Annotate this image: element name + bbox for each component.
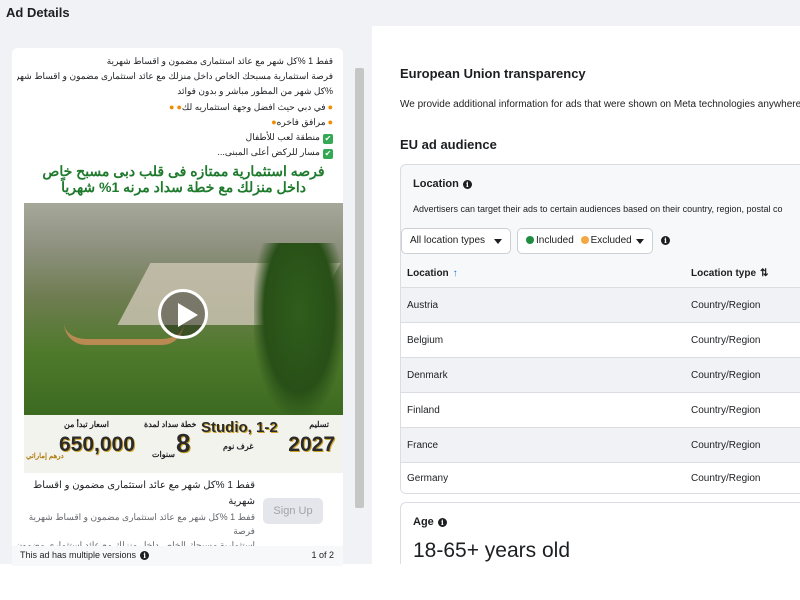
- location-cell: Belgium: [407, 335, 444, 346]
- location-description: Advertisers can target their ads to cert…: [413, 204, 783, 214]
- versions-label: This ad has multiple versions: [20, 550, 137, 560]
- creative-info-banner: تسليم 2027 Studio, 1-2 غرف نوم خطة سداد …: [24, 415, 343, 473]
- table-row: Finland Country/Region: [401, 392, 800, 427]
- delivery-label: تسليم: [309, 420, 329, 429]
- fire-icon: ●: [327, 116, 333, 127]
- page-title: Ad Details: [6, 5, 70, 20]
- fire-icon: ●: [327, 101, 333, 112]
- location-type-cell: Country/Region: [691, 370, 761, 381]
- excluded-dot-icon: [580, 236, 589, 244]
- unit-type: Studio, 1-2: [201, 419, 278, 436]
- ad-body-line: ●في دبي حيث افضل وجهة استثماريه لك●●: [17, 100, 333, 115]
- age-card: Age i 18-65+ years old: [400, 502, 800, 564]
- location-cell: Germany: [407, 473, 449, 484]
- age-value: 18-65+ years old: [413, 539, 571, 562]
- age-title: Age i: [413, 516, 447, 528]
- ad-body-line: %كل شهر من المطور مباشر و بدون فوائد: [177, 86, 333, 97]
- location-card: Location i Advertisers can target their a…: [400, 164, 800, 494]
- preview-scrollbar-thumb[interactable]: [355, 68, 364, 508]
- ad-body-line-text: مرافق فاخره: [276, 116, 326, 127]
- cta-text-line: قفط 1 %كل شهر مع عائد استثمارى مضمون و ا…: [33, 480, 255, 507]
- price-currency: درهم إماراتي: [26, 453, 64, 460]
- location-type-cell: Country/Region: [691, 405, 761, 416]
- ad-versions-bar: This ad has multiple versions i 1 of 2: [12, 546, 343, 566]
- excluded-label: Excluded: [590, 235, 632, 246]
- ad-body-line: فرصة استثمارية مسبحك الخاص داخل منزلك مع…: [17, 71, 333, 82]
- video-scene-tree: [254, 243, 343, 415]
- ad-video[interactable]: [24, 203, 343, 415]
- ad-preview-panel: قفط 1 %كل شهر مع عائد استثمارى مضمون و ا…: [0, 26, 372, 566]
- ad-creative: فرصه استثمارية ممتازه فى قلب دبى مسبح خا…: [24, 163, 343, 473]
- table-row: France Country/Region: [401, 427, 800, 462]
- eu-transparency-title: European Union transparency: [400, 66, 586, 81]
- chevron-down-icon: [636, 239, 644, 244]
- delivery-year: 2027: [288, 433, 335, 456]
- preview-scrollbar[interactable]: [353, 68, 366, 560]
- location-cell: Finland: [407, 405, 440, 416]
- plan-unit: سنوات: [152, 450, 176, 459]
- ad-cta-block: قفط 1 %كل شهر مع عائد استثمارى مضمون و ا…: [16, 478, 335, 564]
- included-dot-icon: [526, 236, 534, 244]
- location-cell: Denmark: [407, 370, 448, 381]
- sort-icon[interactable]: ⇅: [760, 268, 768, 279]
- location-type-dropdown-label: All location types: [410, 235, 486, 246]
- info-icon[interactable]: i: [661, 236, 670, 245]
- info-icon[interactable]: i: [462, 180, 472, 189]
- creative-headline: فرصه استثمارية ممتازه فى قلب دبى مسبح خا…: [24, 163, 343, 195]
- fire-icon: ●: [169, 101, 175, 112]
- ad-body-line: قفط 1 %كل شهر مع عائد استثمارى مضمون و ا…: [106, 56, 333, 66]
- ad-body-line: ✔مسار للركض أعلى المبنى...: [17, 145, 333, 160]
- cta-text-line: قفط 1 %كل شهر مع عائد استثمارى مضمون و ا…: [28, 512, 255, 536]
- ad-body-line-text: في دبي حيث افضل وجهة استثماريه لك: [181, 101, 326, 112]
- price-value: 650,000: [59, 433, 135, 456]
- chevron-down-icon: [494, 239, 502, 244]
- info-icon[interactable]: i: [437, 518, 447, 527]
- location-cell: France: [407, 440, 439, 451]
- column-header-location-type-label: Location type: [691, 268, 757, 279]
- sort-ascending-icon[interactable]: ↑: [453, 268, 458, 279]
- check-icon: ✔: [323, 149, 333, 160]
- ad-preview-card: قفط 1 %كل شهر مع عائد استثمارى مضمون و ا…: [12, 48, 343, 564]
- column-header-location[interactable]: Location ↑: [407, 268, 458, 279]
- age-title-text: Age: [413, 516, 434, 528]
- ad-body-text: قفط 1 %كل شهر مع عائد استثمارى مضمون و ا…: [17, 54, 333, 160]
- table-row: Denmark Country/Region: [401, 357, 800, 392]
- column-header-location-label: Location: [407, 268, 449, 279]
- versions-text: This ad has multiple versions i: [20, 550, 150, 560]
- table-row: Germany Country/Region: [401, 462, 800, 493]
- creative-headline-line: داخل منزلك مع خطة سداد مرنه 1% شهرياً: [61, 179, 306, 195]
- plan-years: 8: [176, 428, 191, 458]
- ad-body-line: ●مرافق فاخره●: [17, 115, 333, 130]
- sign-up-button[interactable]: Sign Up: [263, 498, 323, 524]
- ad-body-line-text: منطقة لعب للأطفال: [245, 132, 320, 143]
- play-icon: [178, 303, 198, 327]
- inclusion-dropdown[interactable]: Included Excluded: [517, 228, 653, 254]
- location-title-text: Location: [413, 178, 459, 190]
- location-title: Location i: [413, 178, 472, 190]
- eu-audience-title: EU ad audience: [400, 137, 497, 152]
- play-button[interactable]: [158, 289, 208, 339]
- location-type-cell: Country/Region: [691, 335, 761, 346]
- location-type-cell: Country/Region: [691, 440, 761, 451]
- location-type-cell: Country/Region: [691, 300, 761, 311]
- column-header-location-type[interactable]: Location type ⇅: [691, 268, 768, 279]
- check-icon: ✔: [323, 134, 333, 145]
- info-icon[interactable]: i: [140, 551, 150, 560]
- location-type-dropdown[interactable]: All location types: [401, 228, 511, 254]
- table-row: Austria Country/Region: [401, 287, 800, 322]
- unit-label: غرف نوم: [223, 442, 254, 451]
- ad-body-line-text: مسار للركض أعلى المبنى...: [217, 147, 320, 158]
- versions-pagination: 1 of 2: [311, 550, 334, 560]
- ad-body-line: ✔منطقة لعب للأطفال: [17, 130, 333, 145]
- location-type-cell: Country/Region: [691, 473, 761, 484]
- price-label: اسعار تبدأ من: [64, 420, 109, 429]
- included-label: Included: [536, 235, 574, 246]
- creative-headline-line: فرصه استثمارية ممتازه فى قلب دبى مسبح خا…: [42, 163, 325, 179]
- table-row: Belgium Country/Region: [401, 322, 800, 357]
- transparency-panel: European Union transparency We provide a…: [384, 48, 800, 564]
- location-cell: Austria: [407, 300, 439, 311]
- eu-transparency-description: We provide additional information for ad…: [400, 99, 800, 110]
- page-header: Ad Details: [0, 0, 800, 26]
- location-table-header: Location ↑ Location type ⇅: [401, 261, 800, 287]
